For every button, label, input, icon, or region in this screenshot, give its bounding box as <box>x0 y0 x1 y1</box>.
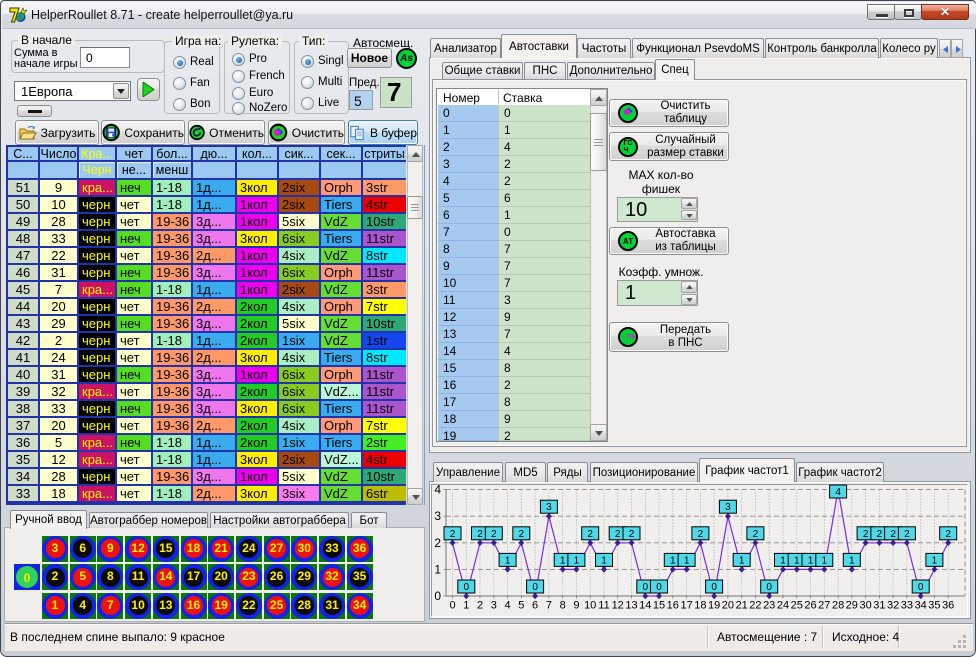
svg-text:0: 0 <box>449 600 455 612</box>
svg-text:3: 3 <box>725 502 731 513</box>
svg-text:16: 16 <box>667 600 679 612</box>
svg-text:22: 22 <box>749 600 761 612</box>
svg-text:2: 2 <box>863 529 869 540</box>
svg-text:36: 36 <box>942 600 954 612</box>
svg-text:5: 5 <box>518 600 524 612</box>
svg-text:2: 2 <box>890 529 896 540</box>
svg-text:1: 1 <box>505 555 511 566</box>
svg-text:32: 32 <box>887 600 899 612</box>
svg-text:12: 12 <box>612 600 624 612</box>
svg-text:0: 0 <box>464 582 470 593</box>
svg-text:1: 1 <box>739 555 745 566</box>
svg-text:1: 1 <box>808 555 814 566</box>
svg-text:35: 35 <box>928 600 940 612</box>
svg-text:0: 0 <box>918 582 924 593</box>
svg-text:10: 10 <box>584 600 596 612</box>
svg-text:4: 4 <box>434 484 441 497</box>
svg-text:3: 3 <box>546 502 552 513</box>
svg-text:2: 2 <box>434 536 441 550</box>
svg-text:6: 6 <box>532 600 538 612</box>
svg-text:1: 1 <box>794 555 800 566</box>
svg-text:2: 2 <box>477 600 483 612</box>
svg-text:1: 1 <box>560 555 566 566</box>
svg-text:3: 3 <box>434 509 441 523</box>
svg-text:2: 2 <box>877 529 883 540</box>
svg-text:0: 0 <box>532 582 538 593</box>
svg-text:1: 1 <box>670 555 676 566</box>
svg-text:2: 2 <box>477 529 483 540</box>
svg-text:0: 0 <box>711 582 717 593</box>
svg-text:23: 23 <box>763 600 775 612</box>
svg-text:2: 2 <box>450 529 456 540</box>
svg-text:31: 31 <box>873 600 885 612</box>
svg-text:11: 11 <box>598 600 609 612</box>
svg-text:28: 28 <box>832 600 844 612</box>
svg-text:9: 9 <box>573 600 579 612</box>
svg-text:1: 1 <box>849 555 855 566</box>
svg-text:26: 26 <box>804 600 816 612</box>
svg-text:1: 1 <box>780 555 786 566</box>
svg-text:25: 25 <box>791 600 803 612</box>
svg-text:1: 1 <box>463 600 469 612</box>
svg-text:1: 1 <box>601 555 607 566</box>
svg-text:30: 30 <box>859 600 871 612</box>
svg-text:1: 1 <box>822 555 828 566</box>
svg-text:33: 33 <box>901 600 913 612</box>
svg-text:29: 29 <box>846 600 858 612</box>
svg-text:1: 1 <box>574 555 580 566</box>
svg-text:2: 2 <box>698 529 704 540</box>
svg-text:0: 0 <box>643 582 649 593</box>
svg-text:1: 1 <box>684 555 690 566</box>
svg-text:4: 4 <box>835 487 841 498</box>
svg-text:2: 2 <box>587 529 593 540</box>
svg-text:2: 2 <box>491 529 497 540</box>
svg-text:2: 2 <box>753 529 759 540</box>
svg-text:20: 20 <box>722 600 734 612</box>
svg-text:2: 2 <box>519 529 525 540</box>
svg-text:8: 8 <box>560 600 566 612</box>
svg-text:1: 1 <box>434 562 441 576</box>
svg-text:4: 4 <box>505 600 511 612</box>
svg-text:2: 2 <box>615 529 621 540</box>
svg-text:21: 21 <box>736 600 748 612</box>
svg-text:19: 19 <box>708 600 720 612</box>
svg-text:2: 2 <box>629 529 635 540</box>
svg-text:3: 3 <box>491 600 497 612</box>
svg-text:2: 2 <box>945 529 951 540</box>
svg-text:27: 27 <box>818 600 830 612</box>
svg-text:0: 0 <box>434 589 441 603</box>
svg-text:18: 18 <box>694 600 706 612</box>
svg-text:24: 24 <box>777 600 789 612</box>
svg-text:0: 0 <box>656 582 662 593</box>
svg-text:34: 34 <box>915 600 927 612</box>
svg-text:1: 1 <box>932 555 938 566</box>
svg-text:17: 17 <box>680 600 692 612</box>
svg-text:7: 7 <box>546 600 552 612</box>
svg-text:0: 0 <box>766 582 772 593</box>
svg-text:2: 2 <box>904 529 910 540</box>
svg-text:14: 14 <box>639 600 651 612</box>
svg-text:15: 15 <box>653 600 665 612</box>
svg-text:13: 13 <box>625 600 637 612</box>
